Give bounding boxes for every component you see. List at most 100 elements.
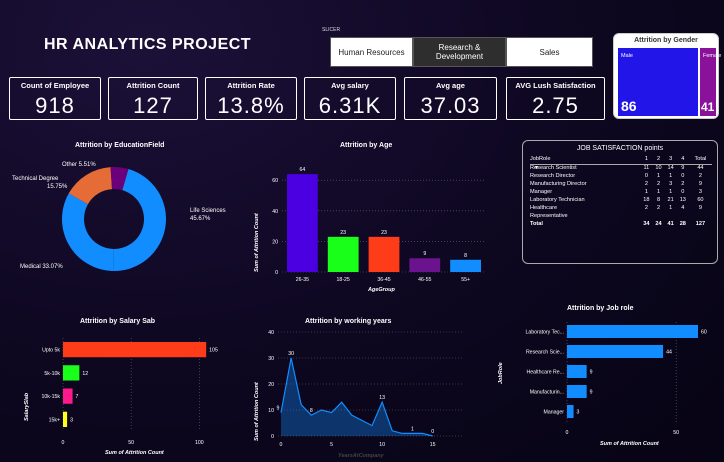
table-cell: 1 bbox=[669, 173, 673, 179]
table-cell: 13 bbox=[679, 197, 686, 203]
y-tick-label: 5k-10k bbox=[44, 371, 60, 377]
table-cell: 14 bbox=[667, 165, 674, 172]
table-cell: 1 bbox=[644, 189, 648, 195]
table-row: Manager 1 1 1 0 3 bbox=[530, 188, 712, 196]
data-label: 12 bbox=[82, 371, 88, 377]
page-title: HR ANALYTICS PROJECT bbox=[44, 36, 252, 53]
table-cell: 0 bbox=[681, 189, 685, 195]
years-y-axis-title: Sum of Attrition Count bbox=[254, 381, 260, 441]
slicer-option-research-development[interactable]: Research & Development bbox=[413, 37, 506, 67]
jobrole-bar bbox=[567, 325, 698, 338]
salary-bar bbox=[63, 365, 80, 381]
table-cell: 24 bbox=[655, 221, 662, 227]
table-row: Healthcare 2 2 1 4 9 bbox=[530, 204, 712, 212]
female-label: Female bbox=[703, 53, 722, 59]
salary-chart-title: Attrition by Salary Sab bbox=[80, 318, 156, 325]
table-cell: 9 bbox=[698, 205, 702, 211]
salary-y-axis-title: SalarySlab bbox=[24, 392, 30, 421]
kpi-value: 6.31K bbox=[318, 93, 382, 118]
years-chart-title: Attrition by working years bbox=[305, 318, 392, 325]
y-tick-label: 0 bbox=[275, 270, 278, 276]
years-area-chart: Sum of Attrition Count YearsAtCompany 0 1… bbox=[254, 330, 463, 459]
kpi-label: Attrition Count bbox=[126, 81, 180, 90]
y-tick-label: Research Scie... bbox=[526, 350, 564, 356]
donut-label-medical: Medical 33.07% bbox=[20, 264, 63, 270]
table-cell: 2 bbox=[656, 205, 661, 211]
y-tick-label: 20 bbox=[268, 382, 274, 388]
column-header[interactable]: Total bbox=[689, 155, 712, 164]
table-cell: 1 bbox=[656, 189, 661, 195]
jobrole-bar bbox=[567, 345, 664, 358]
table-cell: 1 bbox=[669, 189, 673, 195]
y-tick-label: 40 bbox=[268, 330, 274, 336]
table-cell: 28 bbox=[679, 221, 686, 227]
table-cell: Total bbox=[530, 221, 543, 227]
y-tick-label: 40 bbox=[272, 209, 278, 215]
column-header[interactable]: 1 bbox=[640, 155, 652, 164]
data-label: 0 bbox=[431, 429, 434, 435]
gender-tile-male[interactable]: Male 86 bbox=[618, 48, 698, 116]
table-cell: 8 bbox=[656, 197, 661, 203]
column-header[interactable]: 2 bbox=[652, 155, 664, 164]
education-chart-title: Attrition by EducationField bbox=[75, 142, 165, 149]
kpi-value: 127 bbox=[133, 93, 173, 118]
x-tick-label: 5 bbox=[330, 442, 333, 448]
x-tick-label: 55+ bbox=[461, 277, 470, 283]
y-tick-label: 20 bbox=[272, 239, 278, 245]
y-tick-label: 10k-15k bbox=[42, 394, 61, 400]
y-tick-label: 0 bbox=[271, 434, 274, 440]
salary-bar-chart: SalarySlab Sum of Attrition Count 0 50 100… bbox=[24, 338, 218, 456]
donut-label-other: Other 5.51% bbox=[62, 162, 96, 168]
table-cell: Representative bbox=[530, 213, 568, 219]
job-satisfaction-table: ▼ JobRole 1 2 3 4 Total Research Scientis… bbox=[530, 155, 712, 228]
jobrole-bar bbox=[567, 385, 587, 398]
table-total-row: Total 34 24 41 28 127 bbox=[530, 220, 712, 228]
data-label: 1 bbox=[411, 426, 414, 432]
kpi-label: Avg salary bbox=[331, 81, 369, 90]
table-cell: 3 bbox=[669, 181, 673, 187]
table-cell: 3 bbox=[698, 189, 702, 195]
table-cell: 2 bbox=[656, 181, 661, 187]
slicer-option-human-resources[interactable]: Human Resources bbox=[330, 37, 413, 67]
y-tick-label: Upto 5k bbox=[42, 348, 60, 354]
data-label: 3 bbox=[70, 417, 73, 423]
gender-tile-female[interactable]: Female 41 bbox=[700, 48, 721, 116]
table-cell: 41 bbox=[667, 221, 674, 227]
table-cell bbox=[640, 212, 652, 220]
table-row: Representative bbox=[530, 212, 712, 220]
x-tick-label: 0 bbox=[566, 430, 569, 436]
table-cell: 44 bbox=[697, 165, 704, 172]
x-tick-label: 0 bbox=[280, 442, 283, 448]
table-cell bbox=[689, 212, 712, 220]
age-chart-title: Attrition by Age bbox=[340, 142, 393, 149]
age-x-axis-title: AgeGroup bbox=[367, 287, 396, 293]
column-header[interactable]: 4 bbox=[677, 155, 689, 164]
kpi-label: Avg age bbox=[436, 81, 465, 90]
attrition-by-gender-card: Attrition by Gender Male 86 Female 41 bbox=[613, 33, 721, 119]
years-x-axis-title: YearsAtCompany bbox=[338, 453, 385, 459]
data-label: 9 bbox=[590, 370, 593, 376]
table-cell: 9 bbox=[681, 165, 685, 172]
gender-chart-title: Attrition by Gender bbox=[634, 37, 698, 44]
data-label: 23 bbox=[381, 230, 387, 236]
table-cell: Research Scientist bbox=[530, 165, 577, 172]
jobrole-chart-title: Attrition by Job role bbox=[567, 305, 634, 312]
column-header-jobrole[interactable]: ▼ JobRole bbox=[530, 155, 640, 171]
age-bar bbox=[450, 259, 481, 272]
table-cell bbox=[652, 212, 664, 220]
education-donut-chart: Other 5.51% Technical Degree 15.75% Life … bbox=[12, 162, 226, 271]
data-label: 9 bbox=[423, 251, 426, 257]
data-label: 7 bbox=[76, 394, 79, 400]
column-header[interactable]: 3 bbox=[665, 155, 677, 164]
data-label: 44 bbox=[666, 350, 672, 356]
slicer-option-sales[interactable]: Sales bbox=[506, 37, 593, 67]
x-tick-label: 36-45 bbox=[377, 277, 390, 283]
table-cell: Healthcare bbox=[530, 205, 558, 211]
x-tick-label: 46-55 bbox=[418, 277, 431, 283]
x-tick-label: 50 bbox=[128, 440, 134, 446]
y-tick-label: Manager bbox=[544, 410, 565, 416]
y-tick-label: 30 bbox=[268, 356, 274, 362]
table-cell: 0 bbox=[681, 173, 685, 179]
data-label: 9 bbox=[590, 390, 593, 396]
kpi-label: Attrition Rate bbox=[227, 81, 275, 90]
